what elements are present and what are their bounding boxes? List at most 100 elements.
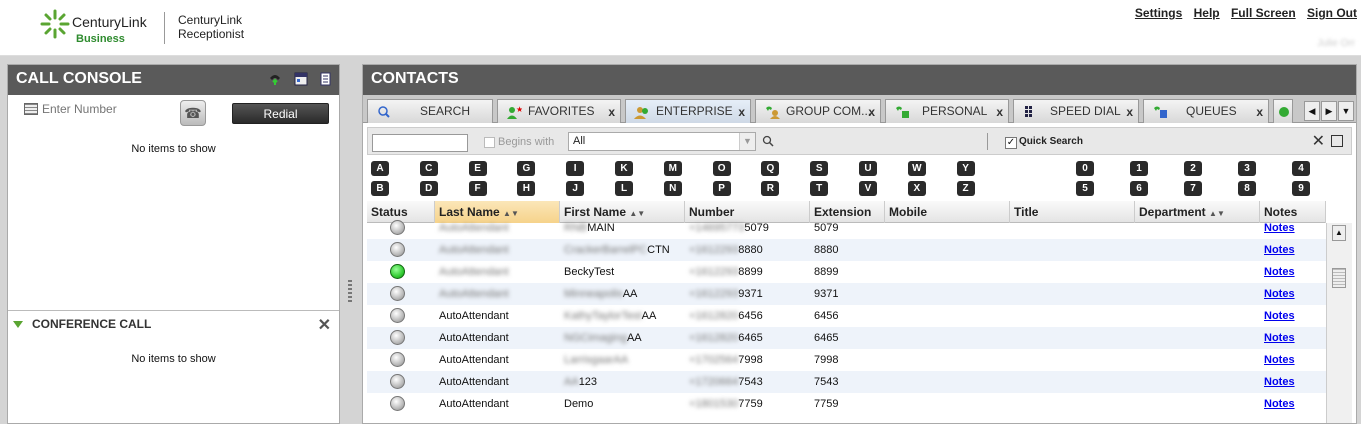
letter-filter-w[interactable]: W	[907, 161, 926, 176]
tab-group-communicator[interactable]: GROUP COM... x	[755, 99, 881, 123]
table-row[interactable]: AutoAttendant AA123 +17206647543 7543 Notes	[367, 371, 1326, 393]
close-icon[interactable]: ✕	[318, 315, 331, 335]
digit-filter-9[interactable]: 9	[1292, 181, 1310, 196]
cell-number-redacted: +14695773	[689, 222, 745, 234]
letter-filter-o[interactable]: O	[712, 161, 731, 176]
cell-first-name: KathyTaylorTestAA	[564, 310, 656, 322]
letter-filter-d[interactable]: D	[419, 181, 438, 196]
letter-filter-e[interactable]: E	[468, 161, 487, 176]
tab-personal[interactable]: PERSONAL x	[885, 99, 1009, 123]
transfer-icon[interactable]	[268, 72, 282, 86]
settings-link[interactable]: Settings	[1135, 6, 1182, 20]
letter-filter-c[interactable]: C	[419, 161, 438, 176]
notes-link[interactable]: Notes	[1264, 288, 1295, 300]
letter-filter-a[interactable]: A	[371, 161, 389, 176]
popout-icon[interactable]	[1331, 135, 1343, 147]
letter-filter-r[interactable]: R	[761, 181, 780, 196]
tab-enterprise[interactable]: ENTERPRISE x	[625, 99, 751, 123]
tab-queues-close-icon[interactable]: x	[1256, 105, 1263, 119]
table-row[interactable]: AutoAttendant Demo +18015307759 7759 Notes	[367, 393, 1326, 415]
keypad-button[interactable]: ☎	[180, 100, 206, 126]
digit-filter-6[interactable]: 6	[1130, 181, 1148, 196]
notes-link[interactable]: Notes	[1264, 332, 1295, 344]
calendar-icon[interactable]	[294, 72, 308, 86]
contact-search-input[interactable]	[372, 134, 468, 152]
tab-speed-dial-close-icon[interactable]: x	[1126, 105, 1133, 119]
digit-filter-3[interactable]: 3	[1238, 161, 1256, 176]
notes-link[interactable]: Notes	[1264, 310, 1295, 322]
digit-filter-8[interactable]: 8	[1238, 181, 1256, 196]
table-row[interactable]: AutoAttendant CrackerBarrelPCCTN +16122938…	[367, 239, 1326, 261]
letter-filter-v[interactable]: V	[859, 181, 877, 196]
scroll-up-icon[interactable]: ▲	[1332, 225, 1346, 241]
tab-speed-dial[interactable]: SPEED DIAL x	[1013, 99, 1139, 123]
full-screen-link[interactable]: Full Screen	[1231, 6, 1296, 20]
chevron-down-icon[interactable]: ▼	[739, 133, 755, 150]
digit-filter-7[interactable]: 7	[1184, 181, 1202, 196]
enter-number-input[interactable]	[42, 99, 172, 119]
table-row[interactable]: AutoAttendant RNBMAIN +146957735079 5079 Not…	[367, 217, 1326, 239]
tab-search[interactable]: SEARCH	[367, 99, 493, 123]
letter-filter-j[interactable]: J	[566, 181, 585, 196]
tab-scroll-left-icon[interactable]: ◀	[1304, 101, 1320, 121]
table-row[interactable]: AutoAttendant MinneapolisAA +16122939371 93…	[367, 283, 1326, 305]
letter-filter-i[interactable]: I	[566, 161, 585, 176]
tab-menu-icon[interactable]: ▼	[1338, 101, 1354, 121]
conference-call-header[interactable]: CONFERENCE CALL ✕	[8, 311, 339, 337]
letter-filter-f[interactable]: F	[468, 181, 487, 196]
letter-filter-y[interactable]: Y	[956, 161, 975, 176]
letter-filter-u[interactable]: U	[859, 161, 877, 176]
digit-filter-2[interactable]: 2	[1184, 161, 1202, 176]
digit-filter-1[interactable]: 1	[1130, 161, 1148, 176]
close-icon[interactable]: ✕	[1312, 131, 1325, 151]
tab-personal-close-icon[interactable]: x	[996, 105, 1003, 119]
letter-filter-p[interactable]: P	[712, 181, 731, 196]
digit-filter-0[interactable]: 0	[1076, 161, 1094, 176]
search-scope-select[interactable]: All ▼	[568, 132, 756, 151]
sign-out-link[interactable]: Sign Out	[1307, 6, 1357, 20]
quick-search-checkbox[interactable]: ✓	[1005, 137, 1017, 149]
letter-filter-g[interactable]: G	[517, 161, 536, 176]
help-link[interactable]: Help	[1194, 6, 1220, 20]
tab-favorites-close-icon[interactable]: x	[608, 105, 615, 119]
letter-filter-q[interactable]: Q	[761, 161, 780, 176]
letter-filter-l[interactable]: L	[615, 181, 633, 196]
search-icon[interactable]	[762, 135, 774, 147]
letter-filter-n[interactable]: N	[663, 181, 682, 196]
tab-favorites[interactable]: ★ FAVORITES x	[497, 99, 621, 123]
letter-filter-b[interactable]: B	[371, 181, 389, 196]
letter-filter-t[interactable]: T	[810, 181, 829, 196]
notes-link[interactable]: Notes	[1264, 354, 1295, 366]
tab-group-close-icon[interactable]: x	[868, 105, 875, 119]
collapse-triangle-icon[interactable]	[13, 321, 23, 328]
grid-scrollbar[interactable]: ▲	[1326, 223, 1352, 423]
tab-overflow-partial[interactable]	[1273, 99, 1293, 123]
notes-list-icon[interactable]	[319, 72, 333, 86]
letter-filter-k[interactable]: K	[615, 161, 633, 176]
letter-filter-z[interactable]: Z	[956, 181, 975, 196]
letter-filter-x[interactable]: X	[907, 181, 926, 196]
letter-filter-m[interactable]: M	[663, 161, 682, 176]
tab-enterprise-close-icon[interactable]: x	[738, 105, 745, 119]
redial-button[interactable]: Redial	[232, 103, 329, 124]
table-row[interactable]: AutoAttendant BeckyTest +16122938899 8899 No…	[367, 261, 1326, 283]
scrollbar-thumb[interactable]	[1332, 268, 1346, 288]
table-row[interactable]: AutoAttendant NGCimagingAA +16128206465 646…	[367, 327, 1326, 349]
cell-first-name-redacted: KathyTaylorTest	[564, 310, 642, 322]
panel-splitter-handle[interactable]	[348, 280, 352, 302]
letter-filter-h[interactable]: H	[517, 181, 536, 196]
notes-link[interactable]: Notes	[1264, 222, 1295, 234]
user-name: Julie Orr	[1317, 38, 1355, 49]
digit-filter-4[interactable]: 4	[1292, 161, 1310, 176]
notes-link[interactable]: Notes	[1264, 376, 1295, 388]
tab-scroll-right-icon[interactable]: ▶	[1321, 101, 1337, 121]
notes-link[interactable]: Notes	[1264, 244, 1295, 256]
begins-with-checkbox[interactable]	[484, 137, 495, 148]
notes-link[interactable]: Notes	[1264, 266, 1295, 278]
letter-filter-s[interactable]: S	[810, 161, 829, 176]
digit-filter-5[interactable]: 5	[1076, 181, 1094, 196]
table-row[interactable]: AutoAttendant KathyTaylorTestAA +161282064…	[367, 305, 1326, 327]
table-row[interactable]: AutoAttendant LarrisgaarAA +17025647998 799…	[367, 349, 1326, 371]
notes-link[interactable]: Notes	[1264, 398, 1295, 410]
tab-queues[interactable]: QUEUES x	[1143, 99, 1269, 123]
